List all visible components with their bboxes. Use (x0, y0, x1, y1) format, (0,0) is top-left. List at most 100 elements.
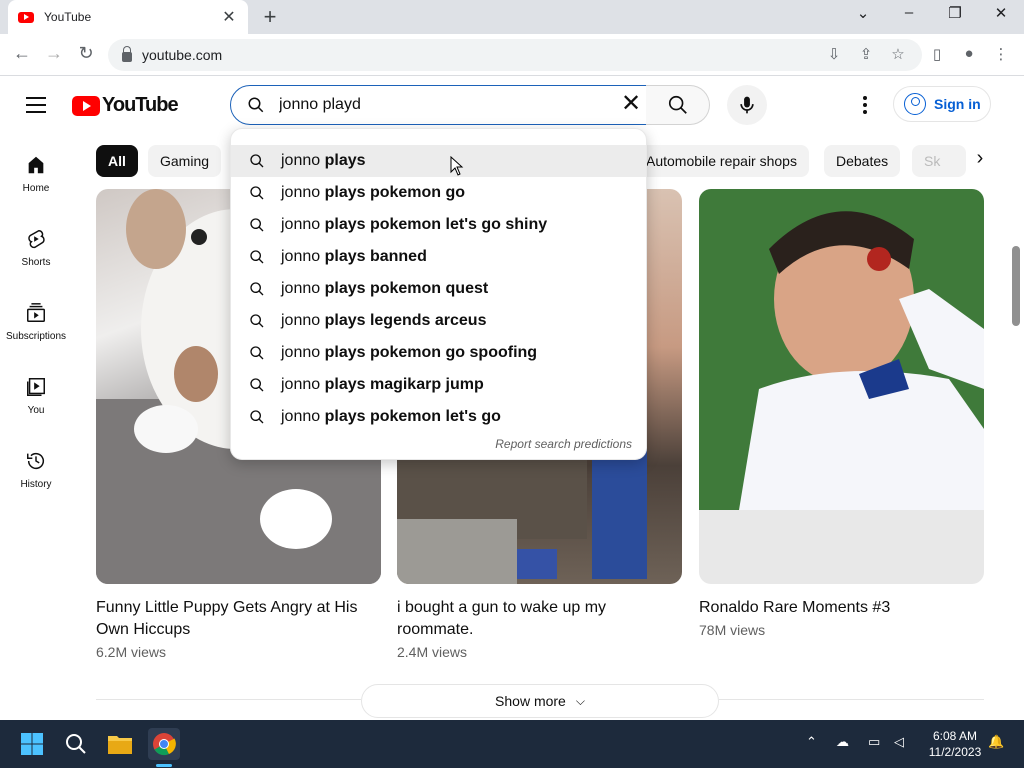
account-icon (904, 93, 926, 115)
restore-button[interactable]: ❐ (940, 4, 970, 22)
tab-title: YouTube (44, 10, 92, 24)
page-scrollbar[interactable] (1012, 246, 1020, 326)
settings-more-icon[interactable] (852, 92, 878, 118)
suggestion-item[interactable]: jonno plays legends arceus (231, 305, 646, 337)
suggestion-typed-text: jonno (281, 344, 321, 361)
guide-item-subscriptions[interactable]: Subscriptions (0, 301, 72, 342)
voice-search-button[interactable] (727, 85, 767, 125)
chip-partial[interactable]: Sk (912, 145, 966, 177)
search-icon (250, 378, 264, 392)
windows-taskbar: ⌃ ☁ ▭ ◁ 6:08 AM 11/2/2023 🔔 (0, 720, 1024, 768)
search-icon (250, 186, 264, 200)
suggestion-completion-text: plays pokemon let's go shiny (320, 216, 548, 233)
search-button[interactable] (646, 85, 710, 125)
browser-toolbar: ← → ↻ youtube.com ⇩ ⇪ ☆ ▯ ● ⋮ (0, 34, 1024, 76)
chip-debates[interactable]: Debates (824, 145, 901, 177)
address-bar[interactable]: youtube.com (108, 39, 922, 71)
search-icon (250, 346, 264, 360)
tab-search-icon[interactable]: ⌄ (848, 4, 878, 22)
chrome-menu-icon[interactable]: ⋮ (990, 45, 1012, 63)
mouse-cursor-icon (450, 156, 464, 176)
side-panel-icon[interactable]: ▯ (926, 45, 948, 63)
suggestion-typed-text: jonno (281, 184, 321, 201)
suggestion-item[interactable]: jonno plays banned (231, 241, 646, 273)
youtube-logo[interactable]: YouTube (72, 94, 179, 117)
bookmark-star-icon[interactable]: ☆ (887, 45, 909, 63)
clock-time: 6:08 AM (932, 729, 978, 743)
chip-automobile-repair-shops[interactable]: Automobile repair shops (634, 145, 809, 177)
system-clock[interactable]: 6:08 AM 11/2/2023 (918, 728, 992, 760)
suggestion-typed-text: jonno (281, 376, 321, 393)
youtube-favicon-icon (18, 11, 34, 23)
suggestion-item[interactable]: jonno plays magikarp jump (231, 369, 646, 401)
report-search-predictions-link[interactable]: Report search predictions (495, 437, 632, 451)
suggestion-item[interactable]: jonno plays pokemon quest (231, 273, 646, 305)
onedrive-icon[interactable]: ☁ (836, 734, 849, 750)
lock-icon[interactable] (122, 46, 132, 62)
chevron-down-icon: ⌵ (575, 693, 585, 708)
suggestion-completion-text: plays pokemon quest (320, 280, 489, 297)
guide-item-you[interactable]: You (0, 375, 72, 416)
guide-menu-icon[interactable] (26, 97, 46, 113)
video-title[interactable]: Ronaldo Rare Moments #3 (699, 597, 974, 619)
reload-button[interactable]: ↻ (74, 43, 98, 64)
chevron-right-icon[interactable]: › (966, 147, 994, 175)
guide-label: You (27, 405, 45, 416)
video-title[interactable]: i bought a gun to wake up my roommate. (397, 597, 672, 641)
active-app-indicator (156, 764, 172, 767)
browser-tab[interactable]: YouTube ✕ (8, 0, 248, 34)
clear-search-icon[interactable]: ✕ (618, 92, 644, 118)
file-explorer-icon[interactable] (104, 728, 136, 760)
minimize-button[interactable]: – (894, 4, 924, 21)
guide-label: Subscriptions (5, 331, 67, 342)
sign-in-button[interactable]: Sign in (893, 86, 991, 122)
browser-tab-strip: YouTube ✕ + ⌄ – ❐ ✕ (0, 0, 1024, 34)
forward-button[interactable]: → (42, 43, 66, 64)
microphone-icon (740, 96, 754, 114)
new-tab-button[interactable]: + (258, 4, 282, 30)
guide-label: Home (22, 183, 50, 194)
search-icon (250, 250, 264, 264)
show-hidden-icons-icon[interactable]: ⌃ (806, 734, 817, 750)
suggestion-item[interactable]: jonno plays pokemon go (231, 177, 646, 209)
network-icon[interactable]: ▭ (868, 734, 880, 750)
video-thumbnail[interactable] (699, 189, 984, 584)
profile-icon[interactable]: ● (958, 45, 980, 62)
show-more-button[interactable]: Show more ⌵ (361, 684, 719, 718)
install-app-icon[interactable]: ⇩ (823, 45, 845, 63)
back-button[interactable]: ← (10, 43, 34, 64)
taskbar-search-icon[interactable] (60, 728, 92, 760)
chip-all[interactable]: All (96, 145, 138, 177)
guide-item-shorts[interactable]: Shorts (0, 227, 72, 268)
home-icon (28, 156, 44, 174)
guide-label: History (20, 479, 52, 490)
video-views: 6.2M views (96, 644, 167, 660)
suggestion-item[interactable]: jonno plays pokemon go spoofing (231, 337, 646, 369)
suggestion-item[interactable]: jonno plays pokemon let's go (231, 401, 646, 433)
suggestion-typed-text: jonno (281, 280, 321, 297)
window-close-button[interactable]: ✕ (986, 4, 1016, 22)
volume-icon[interactable]: ◁ (894, 734, 904, 750)
search-icon (250, 410, 264, 424)
shorts-icon (28, 230, 45, 249)
suggestion-completion-text: plays banned (320, 248, 427, 265)
guide-item-home[interactable]: Home (0, 153, 72, 194)
suggestion-item[interactable]: jonno plays pokemon let's go shiny (231, 209, 646, 241)
tab-close-icon[interactable]: ✕ (220, 7, 238, 27)
guide-label: Shorts (21, 257, 51, 268)
share-icon[interactable]: ⇪ (855, 45, 877, 63)
suggestion-item[interactable]: jonno plays (231, 145, 646, 177)
suggestion-typed-text: jonno (281, 216, 321, 233)
chip-gaming[interactable]: Gaming (148, 145, 222, 177)
search-icon (250, 154, 264, 168)
notification-bell-icon[interactable]: 🔔 (988, 734, 1004, 750)
youtube-logo-text: YouTube (102, 94, 179, 116)
chrome-taskbar-icon[interactable] (148, 728, 180, 760)
guide-item-history[interactable]: History (0, 449, 72, 490)
search-input[interactable] (279, 96, 646, 114)
windows-start-icon[interactable] (16, 728, 48, 760)
search-icon (250, 282, 264, 296)
suggestion-completion-text: plays magikarp jump (320, 376, 484, 393)
video-title[interactable]: Funny Little Puppy Gets Angry at His Own… (96, 597, 371, 641)
suggestion-completion-text: plays pokemon go spoofing (320, 344, 538, 361)
